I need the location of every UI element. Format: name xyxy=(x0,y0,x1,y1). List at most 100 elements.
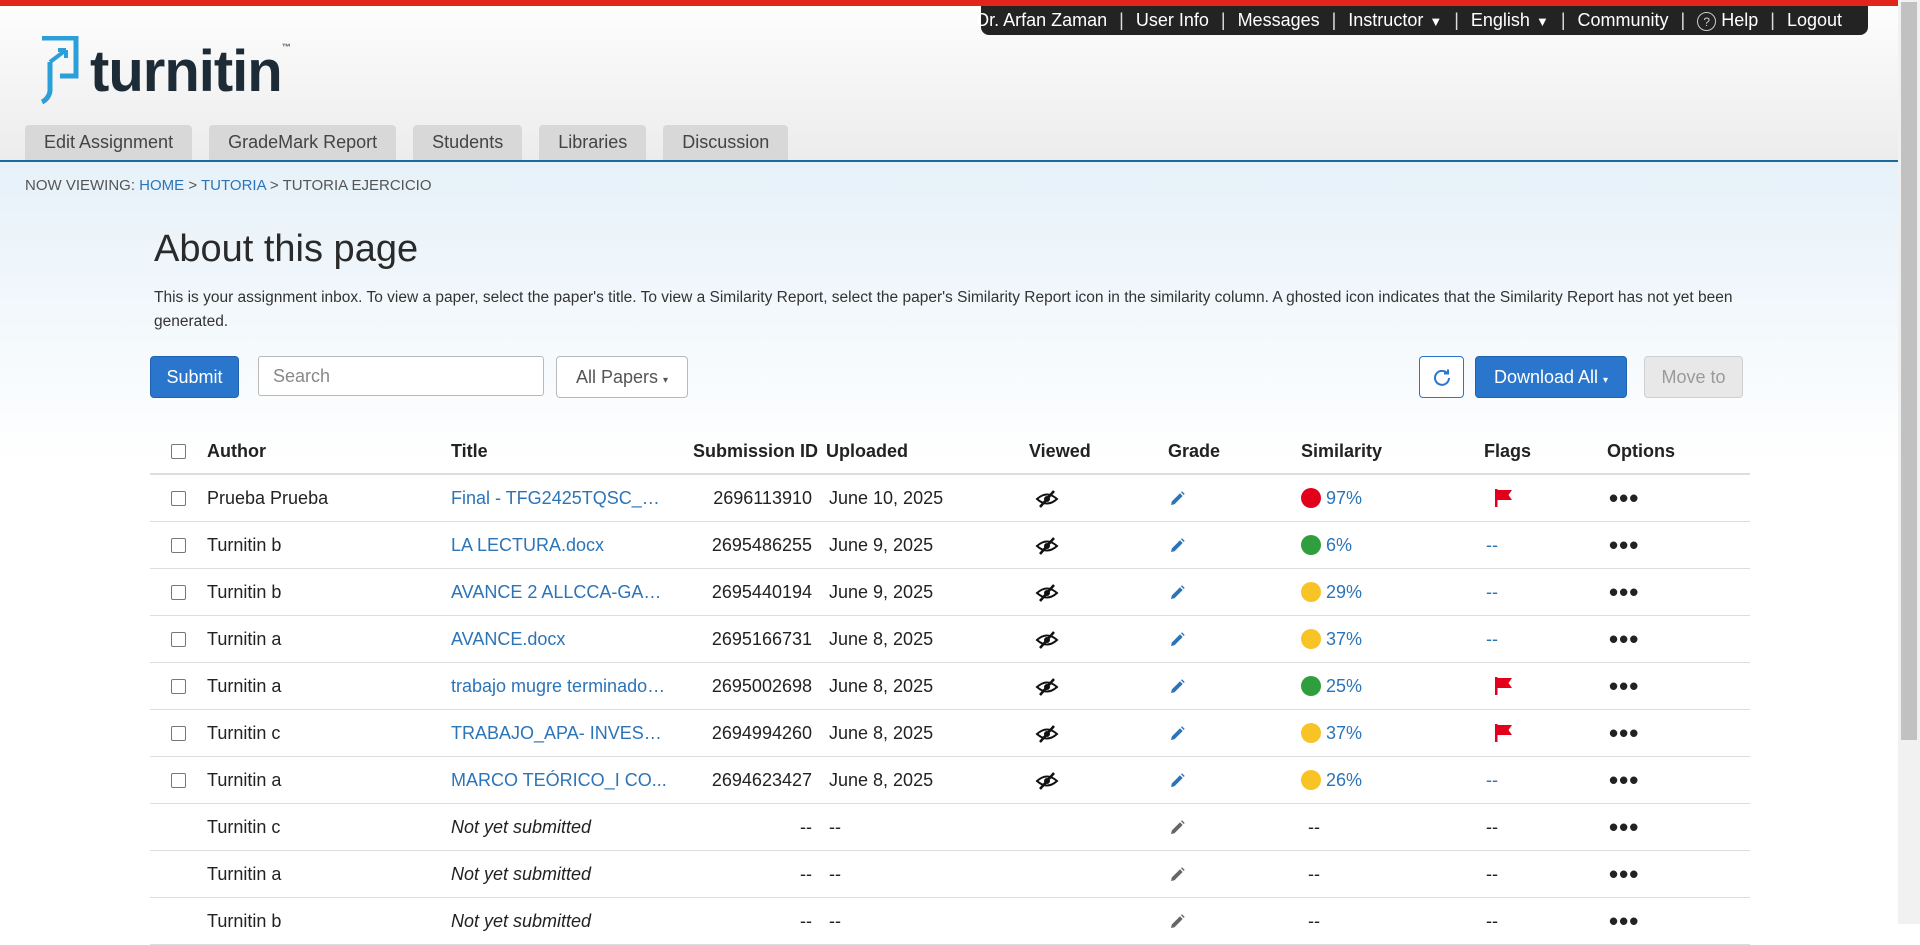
paper-title-link[interactable]: Final - TFG2425TQSC_C... xyxy=(451,488,669,509)
userbar-dr-arfan-zaman[interactable]: Dr. Arfan Zaman xyxy=(976,10,1107,31)
pencil-icon[interactable] xyxy=(1168,631,1186,649)
flags-cell: -- xyxy=(1484,850,1607,898)
paper-title-link[interactable]: AVANCE 2 ALLCCA-GAM... xyxy=(451,582,669,603)
pencil-icon[interactable] xyxy=(1168,913,1186,931)
grade-cell xyxy=(1168,521,1301,569)
more-options-icon[interactable]: ••• xyxy=(1609,718,1639,748)
paper-title-link[interactable]: MARCO TEÓRICO_I CO... xyxy=(451,770,667,791)
paper-title-link[interactable]: trabajo mugre terminado (... xyxy=(451,676,669,697)
column-flags[interactable]: Flags xyxy=(1484,429,1607,475)
userbar-instructor[interactable]: Instructor ▼ xyxy=(1348,10,1442,31)
userbar-help[interactable]: ? Help xyxy=(1697,10,1758,32)
grade-cell xyxy=(1168,756,1301,804)
more-options-icon[interactable]: ••• xyxy=(1609,812,1639,842)
title-cell: Final - TFG2425TQSC_C... xyxy=(451,474,693,522)
similarity-indicator-dot xyxy=(1301,676,1321,697)
pencil-icon[interactable] xyxy=(1168,819,1186,837)
tab-edit-assignment[interactable]: Edit Assignment xyxy=(25,125,193,160)
paper-title-link[interactable]: AVANCE.docx xyxy=(451,629,565,650)
download-all-button[interactable]: Download All ▾ xyxy=(1475,356,1627,398)
paper-title-link[interactable]: TRABAJO_APA- INVESTI... xyxy=(451,723,669,744)
more-options-icon[interactable]: ••• xyxy=(1609,671,1639,701)
breadcrumb-home[interactable]: HOME xyxy=(139,177,184,194)
more-options-icon[interactable]: ••• xyxy=(1609,577,1639,607)
tab-libraries[interactable]: Libraries xyxy=(539,125,647,160)
not-submitted-label: Not yet submitted xyxy=(451,863,592,884)
userbar-user-info[interactable]: User Info xyxy=(1136,10,1209,31)
userbar-english[interactable]: English ▼ xyxy=(1471,10,1549,31)
table-row: Turnitin a trabajo mugre terminado (... 26… xyxy=(150,662,1750,710)
row-checkbox[interactable] xyxy=(171,538,186,554)
more-options-icon[interactable]: ••• xyxy=(1609,765,1639,795)
pencil-icon[interactable] xyxy=(1168,772,1186,790)
userbar-logout[interactable]: Logout xyxy=(1787,10,1842,31)
column-submission-id[interactable]: Submission ID xyxy=(693,429,826,475)
userbar-messages[interactable]: Messages xyxy=(1238,10,1320,31)
breadcrumb-tutoria[interactable]: TUTORIA xyxy=(201,177,266,194)
row-checkbox[interactable] xyxy=(171,773,186,789)
similarity-score-link[interactable]: 26% xyxy=(1326,770,1362,790)
flag-icon[interactable] xyxy=(1493,675,1515,697)
more-options-icon[interactable]: ••• xyxy=(1609,859,1639,889)
grade-cell xyxy=(1168,709,1301,757)
tab-grademark-report[interactable]: GradeMark Report xyxy=(209,125,397,160)
viewed-cell xyxy=(1029,897,1168,945)
flags-cell xyxy=(1484,662,1607,710)
flag-icon[interactable] xyxy=(1493,722,1515,744)
userbar-community[interactable]: Community xyxy=(1578,10,1669,31)
pencil-icon[interactable] xyxy=(1168,725,1186,743)
refresh-button[interactable] xyxy=(1419,356,1464,398)
similarity-score-link[interactable]: 6% xyxy=(1326,535,1352,555)
similarity-score-link[interactable]: 37% xyxy=(1326,629,1362,649)
column-grade[interactable]: Grade xyxy=(1168,429,1301,475)
all-papers-dropdown[interactable]: All Papers ▾ xyxy=(556,356,688,398)
row-select-cell xyxy=(150,521,207,569)
more-options-icon[interactable]: ••• xyxy=(1609,906,1639,936)
tab-students[interactable]: Students xyxy=(413,125,523,160)
viewed-cell xyxy=(1029,521,1168,569)
row-checkbox[interactable] xyxy=(171,585,186,601)
pencil-icon[interactable] xyxy=(1168,678,1186,696)
pencil-icon[interactable] xyxy=(1168,537,1186,555)
refresh-icon xyxy=(1433,369,1450,386)
column-similarity[interactable]: Similarity xyxy=(1301,429,1484,475)
row-checkbox[interactable] xyxy=(171,632,186,648)
similarity-score-link[interactable]: 25% xyxy=(1326,676,1362,696)
more-options-icon[interactable]: ••• xyxy=(1609,624,1639,654)
select-all-checkbox[interactable] xyxy=(171,444,186,460)
column-title[interactable]: Title xyxy=(451,429,693,475)
options-cell: ••• xyxy=(1607,756,1750,804)
options-cell: ••• xyxy=(1607,897,1750,945)
column-author[interactable]: Author xyxy=(207,429,451,475)
turnitin-logo[interactable]: turnitin™ xyxy=(36,36,291,108)
user-bar: Dr. Arfan Zaman | User Info | Messages | Instr… xyxy=(976,6,1868,35)
author-cell: Turnitin b xyxy=(207,521,451,569)
move-to-button[interactable]: Move to xyxy=(1644,356,1743,398)
row-checkbox[interactable] xyxy=(171,726,186,742)
submit-button[interactable]: Submit xyxy=(150,356,239,398)
row-checkbox[interactable] xyxy=(171,679,186,695)
table-row: Turnitin a Not yet submitted -- -- -- -- ••• xyxy=(150,850,1750,898)
column-viewed[interactable]: Viewed xyxy=(1029,429,1168,475)
similarity-score-link[interactable]: 29% xyxy=(1326,582,1362,602)
title-cell: AVANCE 2 ALLCCA-GAM... xyxy=(451,568,693,616)
similarity-score-link[interactable]: 97% xyxy=(1326,488,1362,508)
pencil-icon[interactable] xyxy=(1168,584,1186,602)
row-select-cell xyxy=(150,615,207,663)
search-input[interactable] xyxy=(258,356,544,396)
similarity-score-link[interactable]: 37% xyxy=(1326,723,1362,743)
flags-cell: -- xyxy=(1484,521,1607,569)
flag-icon[interactable] xyxy=(1493,487,1515,509)
userbar-separator: | xyxy=(1560,10,1566,30)
pencil-icon[interactable] xyxy=(1168,866,1186,884)
paper-title-link[interactable]: LA LECTURA.docx xyxy=(451,535,604,556)
row-select-cell xyxy=(150,662,207,710)
more-options-icon[interactable]: ••• xyxy=(1609,530,1639,560)
row-checkbox[interactable] xyxy=(171,491,186,507)
more-options-icon[interactable]: ••• xyxy=(1609,483,1639,513)
scrollbar-thumb[interactable] xyxy=(1901,2,1917,740)
column-uploaded[interactable]: Uploaded xyxy=(826,429,1029,475)
pencil-icon[interactable] xyxy=(1168,490,1186,508)
flags-cell xyxy=(1484,474,1607,522)
tab-discussion[interactable]: Discussion xyxy=(663,125,789,160)
